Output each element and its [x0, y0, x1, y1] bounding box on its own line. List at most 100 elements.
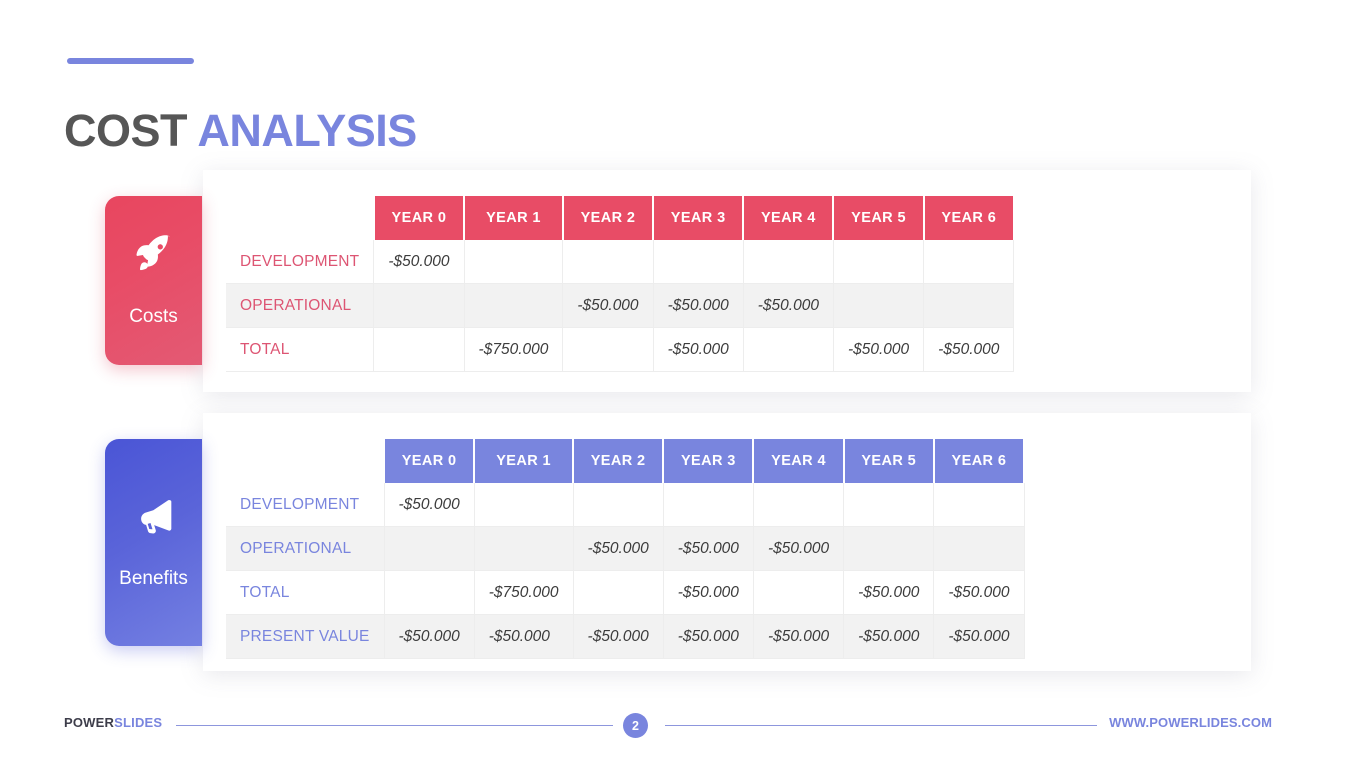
page-title-primary: COST — [64, 105, 188, 157]
costs-row-label-development: DEVELOPMENT — [226, 240, 375, 284]
benefits-cell-present-value-year4: -$50.000 — [753, 614, 845, 659]
costs-cell-total-year1: -$750.000 — [464, 327, 564, 372]
benefits-cell-development-year2 — [573, 483, 664, 527]
benefits-header-year-5: YEAR 5 — [842, 439, 935, 483]
benefits-cell-present-value-year6: -$50.000 — [933, 614, 1025, 659]
benefits-cell-total-year3: -$50.000 — [663, 570, 754, 615]
costs-header-year-0: YEAR 0 — [372, 196, 466, 240]
table-row: TOTAL -$750.000 -$50.000 -$50.000 -$50.0… — [226, 327, 1015, 372]
costs-row-label-operational: OPERATIONAL — [226, 283, 375, 328]
costs-cell-development-year2 — [562, 240, 654, 284]
costs-cell-total-year0 — [373, 327, 465, 372]
costs-cell-development-year6 — [923, 240, 1015, 284]
costs-cell-operational-year2: -$50.000 — [562, 283, 654, 328]
benefits-row-label-operational: OPERATIONAL — [226, 526, 385, 571]
table-row: DEVELOPMENT -$50.000 — [226, 483, 1025, 527]
footer-brand-primary: POWER — [64, 715, 115, 730]
table-row: TOTAL -$750.000 -$50.000 -$50.000 -$50.0… — [226, 570, 1025, 615]
benefits-cell-development-year5 — [843, 483, 935, 527]
table-row: DEVELOPMENT -$50.000 — [226, 240, 1015, 284]
costs-cell-total-year5: -$50.000 — [833, 327, 925, 372]
benefits-cell-total-year5: -$50.000 — [843, 570, 935, 615]
costs-table: YEAR 0 YEAR 1 YEAR 2 YEAR 3 YEAR 4 YEAR … — [226, 196, 1015, 372]
benefits-cell-operational-year1 — [474, 526, 574, 571]
benefits-header-blank — [226, 439, 385, 483]
costs-cell-total-year6: -$50.000 — [923, 327, 1015, 372]
benefits-table: YEAR 0 YEAR 1 YEAR 2 YEAR 3 YEAR 4 YEAR … — [226, 439, 1026, 659]
benefits-row-label-total: TOTAL — [226, 570, 385, 615]
footer-url[interactable]: WWW.POWERLIDES.COM — [1109, 715, 1272, 730]
costs-header-year-6: YEAR 6 — [922, 196, 1015, 240]
benefits-row-label-present-value: PRESENT VALUE — [226, 614, 385, 659]
table-row: OPERATIONAL -$50.000 -$50.000 -$50.000 — [226, 526, 1025, 571]
costs-cell-total-year2 — [562, 327, 654, 372]
benefits-cell-operational-year4: -$50.000 — [753, 526, 845, 571]
costs-cell-operational-year3: -$50.000 — [653, 283, 744, 328]
benefits-cell-development-year3 — [663, 483, 754, 527]
side-card-benefits[interactable]: Benefits — [105, 439, 202, 646]
rocket-icon — [133, 233, 175, 280]
benefits-header-year-4: YEAR 4 — [752, 439, 845, 483]
costs-table-header-row: YEAR 0 YEAR 1 YEAR 2 YEAR 3 YEAR 4 YEAR … — [226, 196, 1015, 240]
footer-divider-right — [665, 725, 1097, 726]
costs-cell-development-year0: -$50.000 — [373, 240, 465, 284]
benefits-cell-total-year2 — [573, 570, 664, 615]
costs-cell-operational-year4: -$50.000 — [743, 283, 834, 328]
costs-cell-development-year1 — [464, 240, 564, 284]
footer-divider-left — [176, 725, 613, 726]
costs-cell-development-year3 — [653, 240, 744, 284]
benefits-header-year-1: YEAR 1 — [473, 439, 575, 483]
costs-cell-operational-year0 — [373, 283, 465, 328]
benefits-cell-operational-year6 — [933, 526, 1025, 571]
costs-header-year-5: YEAR 5 — [832, 196, 925, 240]
benefits-header-year-3: YEAR 3 — [662, 439, 755, 483]
page-title-secondary: ANALYSIS — [197, 105, 417, 157]
benefits-cell-total-year0 — [384, 570, 475, 615]
benefits-cell-development-year1 — [474, 483, 574, 527]
title-accent-rule — [67, 58, 194, 64]
footer-brand-secondary: SLIDES — [114, 715, 163, 730]
table-row: OPERATIONAL -$50.000 -$50.000 -$50.000 — [226, 283, 1015, 328]
megaphone-icon — [133, 495, 175, 542]
costs-cell-operational-year1 — [464, 283, 564, 328]
benefits-cell-present-value-year3: -$50.000 — [663, 614, 754, 659]
benefits-cell-development-year0: -$50.000 — [384, 483, 475, 527]
benefits-header-year-2: YEAR 2 — [572, 439, 665, 483]
benefits-cell-operational-year2: -$50.000 — [573, 526, 664, 571]
costs-header-blank — [226, 196, 374, 240]
benefits-cell-total-year1: -$750.000 — [474, 570, 574, 615]
page-title: COST ANALYSIS — [64, 103, 417, 159]
costs-header-year-2: YEAR 2 — [561, 196, 655, 240]
costs-row-label-total: TOTAL — [226, 327, 375, 372]
costs-header-year-3: YEAR 3 — [652, 196, 745, 240]
table-row: PRESENT VALUE -$50.000 -$50.000 -$50.000… — [226, 614, 1025, 659]
benefits-cell-total-year6: -$50.000 — [933, 570, 1025, 615]
benefits-cell-development-year4 — [753, 483, 845, 527]
benefits-cell-present-value-year5: -$50.000 — [843, 614, 935, 659]
costs-cell-development-year5 — [833, 240, 925, 284]
costs-header-year-1: YEAR 1 — [463, 196, 564, 240]
benefits-cell-operational-year3: -$50.000 — [663, 526, 754, 571]
benefits-cell-present-value-year2: -$50.000 — [573, 614, 664, 659]
benefits-cell-present-value-year1: -$50.000 — [474, 614, 574, 659]
side-card-costs[interactable]: Costs — [105, 196, 202, 365]
costs-cell-operational-year6 — [923, 283, 1015, 328]
benefits-table-header-row: YEAR 0 YEAR 1 YEAR 2 YEAR 3 YEAR 4 YEAR … — [226, 439, 1026, 483]
page-number-badge: 2 — [623, 713, 648, 738]
costs-cell-development-year4 — [743, 240, 834, 284]
side-card-costs-label: Costs — [129, 306, 178, 327]
benefits-cell-total-year4 — [753, 570, 845, 615]
benefits-header-year-6: YEAR 6 — [932, 439, 1026, 483]
benefits-header-year-0: YEAR 0 — [383, 439, 476, 483]
costs-header-year-4: YEAR 4 — [742, 196, 835, 240]
benefits-cell-operational-year5 — [843, 526, 935, 571]
benefits-cell-present-value-year0: -$50.000 — [384, 614, 475, 659]
side-card-benefits-label: Benefits — [119, 568, 188, 589]
costs-cell-total-year4 — [743, 327, 834, 372]
footer-brand-logo: POWERSLIDES — [64, 715, 162, 730]
costs-cell-total-year3: -$50.000 — [653, 327, 744, 372]
costs-cell-operational-year5 — [833, 283, 925, 328]
benefits-cell-development-year6 — [933, 483, 1025, 527]
benefits-row-label-development: DEVELOPMENT — [226, 483, 385, 527]
benefits-cell-operational-year0 — [384, 526, 475, 571]
